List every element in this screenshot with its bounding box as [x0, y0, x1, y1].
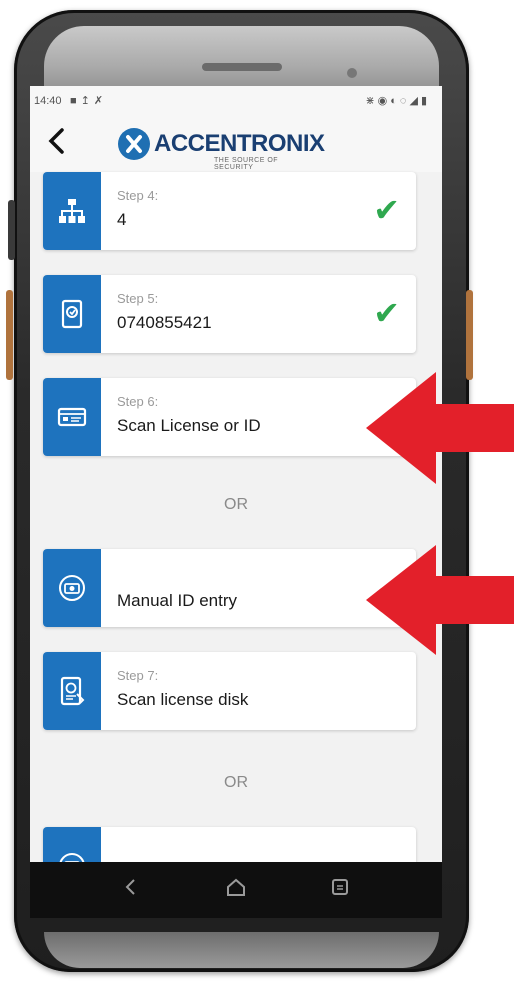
arrow-pointer-icon — [366, 372, 514, 484]
step-value: Scan license disk — [117, 690, 249, 709]
app-bar: ACCENTRONIX THE SOURCE OF SECURITY — [30, 116, 442, 172]
step-card-4[interactable]: Step 4: 4 ✔ — [43, 172, 416, 250]
notification-icon: ■ — [70, 95, 81, 107]
step-value: 4 — [117, 210, 127, 229]
front-camera — [347, 68, 357, 78]
or-divider: OR — [224, 496, 248, 513]
sitemap-icon — [59, 199, 85, 223]
nav-back-button[interactable] — [110, 876, 150, 904]
logo-subtitle: THE SOURCE OF SECURITY — [214, 157, 279, 171]
back-icon — [125, 879, 135, 895]
step-icon-box — [43, 275, 101, 353]
step-label: Step 4: — [117, 188, 159, 203]
step-icon-box — [43, 549, 101, 627]
status-left-icons: ■↥✗ — [70, 94, 107, 107]
step-value: 0740855421 — [117, 313, 212, 332]
status-right-icons: ⋇◉◐◌◢▮ — [365, 94, 430, 107]
sync-icon: ◐ — [390, 95, 400, 107]
side-button-right — [466, 290, 473, 380]
status-time: 14:40 — [34, 95, 62, 107]
step-label: Step 6: — [117, 394, 159, 409]
check-icon: ✔ — [373, 192, 400, 228]
step-card-7[interactable]: Step 7: Scan license disk — [43, 652, 416, 730]
tool-icon: ✗ — [93, 95, 108, 107]
accentronix-logo: ACCENTRONIX THE SOURCE OF SECURITY — [118, 124, 325, 171]
phone-screen: 14:40 ■↥✗ ⋇◉◐◌◢▮ ACCENTRONIX THE SOURCE … — [30, 86, 442, 918]
step-value: Manual ID entry — [117, 591, 237, 610]
or-divider: OR — [224, 774, 248, 791]
step-value: Scan License or ID — [117, 416, 261, 435]
step-card-5[interactable]: Step 5: 0740855421 ✔ — [43, 275, 416, 353]
step-label: Step 5: — [117, 291, 159, 306]
side-button-volume — [8, 200, 15, 260]
phone-verify-icon — [61, 299, 83, 329]
step-label: Step 7: — [117, 668, 159, 683]
recents-icon — [332, 879, 348, 895]
bluetooth-icon: ⋇ — [365, 95, 378, 107]
home-icon — [227, 878, 245, 896]
nav-home-button[interactable] — [216, 876, 256, 904]
chevron-left-icon — [48, 128, 64, 154]
step-icon-box — [43, 378, 101, 456]
logo-text: ACCENTRONIX — [154, 130, 325, 157]
nav-recents-button[interactable] — [320, 876, 360, 904]
battery-icon: ▮ — [420, 95, 430, 107]
steps-list: Step 4: 4 ✔ Step 5: 0740855421 ✔ Step 6:… — [30, 172, 442, 905]
upload-icon: ↥ — [80, 95, 94, 107]
status-bar: 14:40 ■↥✗ ⋇◉◐◌◢▮ — [30, 86, 442, 116]
earpiece-speaker — [202, 63, 282, 71]
camera-icon — [59, 575, 85, 601]
android-nav-bar — [30, 862, 442, 918]
manual-id-card[interactable]: Manual ID entry — [43, 549, 416, 627]
logo-mark-icon — [118, 128, 150, 160]
back-button[interactable] — [46, 126, 76, 160]
step-card-6[interactable]: Step 6: Scan License or ID — [43, 378, 416, 456]
step-icon-box — [43, 172, 101, 250]
location-icon: ◉ — [377, 95, 391, 107]
step-icon-box — [43, 652, 101, 730]
id-card-icon — [57, 407, 87, 427]
side-button-left — [6, 290, 13, 380]
disk-scan-icon — [60, 676, 85, 706]
arrow-pointer-icon — [366, 545, 514, 655]
phone-bottom-bezel — [44, 932, 439, 968]
signal-icon: ◢ — [409, 95, 421, 107]
check-icon: ✔ — [373, 295, 400, 331]
